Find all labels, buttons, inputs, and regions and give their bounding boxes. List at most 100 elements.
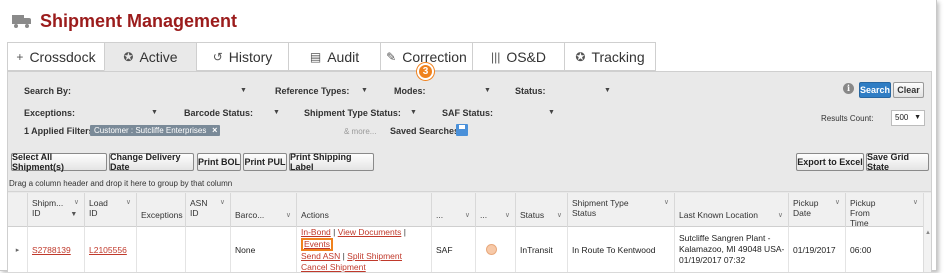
close-icon[interactable]: × [212,125,217,136]
actions-links: In-Bond | View Documents | Events Send A… [301,226,406,272]
tab-label: Active [139,48,178,65]
header-label: ASN ID [190,198,208,218]
header-asn-id[interactable]: ASN ID ∨ [185,193,230,227]
cell-pickup-from-time: 06:00 [845,227,923,272]
load-id-link[interactable]: L2105556 [89,245,127,255]
chevron-down-icon[interactable]: ▼ [240,87,247,94]
tab-crossdock[interactable]: + Crossdock [7,42,104,71]
chevron-down-icon[interactable]: ▼ [273,109,280,116]
saf-status-dropdown[interactable]: SAF Status: [442,108,493,118]
column-menu-icon[interactable]: ∨ [835,198,840,208]
column-menu-icon[interactable]: ∨ [74,198,79,208]
tab-history[interactable]: ↺ History [196,42,288,71]
search-by-dropdown[interactable]: Search By: [24,86,71,96]
badge-icon: ✪ [123,49,134,64]
events-link[interactable]: Events [304,239,330,249]
more-filters-link[interactable]: & more... [344,127,376,136]
column-menu-icon[interactable]: ∨ [505,211,510,221]
header-label: Shipm... ID [32,198,64,218]
print-pul-button[interactable]: Print PUL [243,153,287,171]
column-menu-icon[interactable]: ∨ [286,211,291,221]
search-button[interactable]: Search [859,82,891,98]
chevron-down-icon[interactable]: ▼ [484,87,491,94]
header-load-id[interactable]: Load ID ∨ [84,193,136,227]
sort-down-icon: ▼ [70,211,78,218]
save-grid-state-button[interactable]: Save Grid State [866,152,929,172]
in-bond-link[interactable]: In-Bond [301,227,331,237]
info-icon[interactable]: i [843,83,854,94]
header-exceptions[interactable]: Exceptions [136,193,185,227]
change-delivery-date-button[interactable]: Change Delivery Date [109,152,194,172]
chevron-down-icon[interactable]: ▼ [361,87,368,94]
save-icon[interactable] [456,124,468,136]
header-label: Pickup Date [793,198,819,218]
cell-asn-id [185,227,230,272]
filter-chip[interactable]: Customer : Sutcliffe Enterprises × [90,125,221,136]
header-barcode[interactable]: Barco... ∨ [230,193,296,227]
header-shipment-type-status[interactable]: Shipment Type Status ∨ [567,193,674,227]
results-count-select[interactable]: 500 ▼ [891,110,925,126]
shipment-id-link[interactable]: S2788139 [32,245,71,255]
header-status[interactable]: Status ∨ [515,193,567,227]
cell-shipment-id: S2788139 [27,227,84,272]
tab-active[interactable]: ✪ Active [104,42,196,71]
export-excel-button[interactable]: Export to Excel [796,153,864,171]
table-row[interactable]: ▸ S2788139 L2105556 None In-Bond | View … [8,227,931,272]
header-actions[interactable]: Actions [296,193,431,227]
barcode-status-dropdown[interactable]: Barcode Status: [184,108,253,118]
split-shipment-link[interactable]: Split Shipment [347,251,402,261]
cell-load-id: L2105556 [84,227,136,272]
expand-row-icon[interactable]: ▸ [8,227,27,272]
reference-types-dropdown[interactable]: Reference Types: [275,86,349,96]
page-title: Shipment Management [40,10,238,31]
header-col-b[interactable]: ... ∨ [475,193,515,227]
events-highlight: Events [301,237,333,251]
column-menu-icon[interactable]: ∨ [126,198,131,208]
column-menu-icon[interactable]: ∨ [465,211,470,221]
chevron-down-icon[interactable]: ▼ [548,109,555,116]
chevron-down-icon[interactable]: ▼ [151,109,158,116]
tab-label: History [228,48,273,65]
modes-dropdown[interactable]: Modes: [394,86,426,96]
print-bol-button[interactable]: Print BOL [197,153,241,171]
tab-label: Audit [327,48,360,65]
grid-header: Shipm... ID ▼ ∨ Load ID ∨ Exceptions ASN… [8,193,931,228]
header-col-a[interactable]: ... ∨ [431,193,475,227]
grid-scrollbar[interactable]: ▲ [923,193,931,272]
header-label: Barco... [235,210,265,220]
applied-filters-label: 1 Applied Filters: [24,126,97,136]
truck-icon [12,14,32,28]
cancel-shipment-link[interactable]: Cancel Shipment [301,262,366,272]
tab-bar: + Crossdock ✪ Active ↺ History ▤ Audit ✎… [7,42,656,71]
scroll-up-icon[interactable]: ▲ [925,230,931,236]
tab-audit[interactable]: ▤ Audit [288,42,380,71]
header-pickup-date[interactable]: Pickup Date ∨ [788,193,845,227]
header-label: Shipment Type Status [572,198,629,218]
header-last-known-location[interactable]: Last Known Location ∨ [674,193,788,227]
cell-barcode: None [230,227,296,272]
chevron-down-icon[interactable]: ▼ [410,109,417,116]
column-menu-icon[interactable]: ∨ [220,198,225,208]
tab-osd[interactable]: ||| OS&D [472,42,564,71]
saved-searches-label: Saved Searches: [390,126,463,136]
header-shipment-id[interactable]: Shipm... ID ▼ ∨ [27,193,84,227]
view-documents-link[interactable]: View Documents [338,227,402,237]
exceptions-dropdown[interactable]: Exceptions: [24,108,75,118]
tab-tracking[interactable]: ✪ Tracking [564,42,656,71]
column-menu-icon[interactable]: ∨ [557,211,562,221]
group-by-hint[interactable]: Drag a column header and drop it here to… [8,176,931,192]
send-asn-link[interactable]: Send ASN [301,251,340,261]
column-menu-icon[interactable]: ∨ [913,198,918,208]
clear-button[interactable]: Clear [893,82,924,98]
column-menu-icon[interactable]: ∨ [778,211,783,221]
header-pickup-from-time[interactable]: Pickup From Time ∨ [845,193,923,228]
print-shipping-label-button[interactable]: Print Shipping Label [289,152,374,172]
select-all-button[interactable]: Select All Shipment(s) [11,152,107,172]
cell-col-a: SAF [431,227,475,272]
chevron-down-icon[interactable]: ▼ [604,87,611,94]
cell-shipment-type-status: In Route To Kentwood [567,227,674,272]
shipment-type-status-dropdown[interactable]: Shipment Type Status: [304,108,401,118]
status-dropdown[interactable]: Status: [515,86,546,96]
column-menu-icon[interactable]: ∨ [664,198,669,208]
clipboard-icon: ▤ [309,49,322,64]
